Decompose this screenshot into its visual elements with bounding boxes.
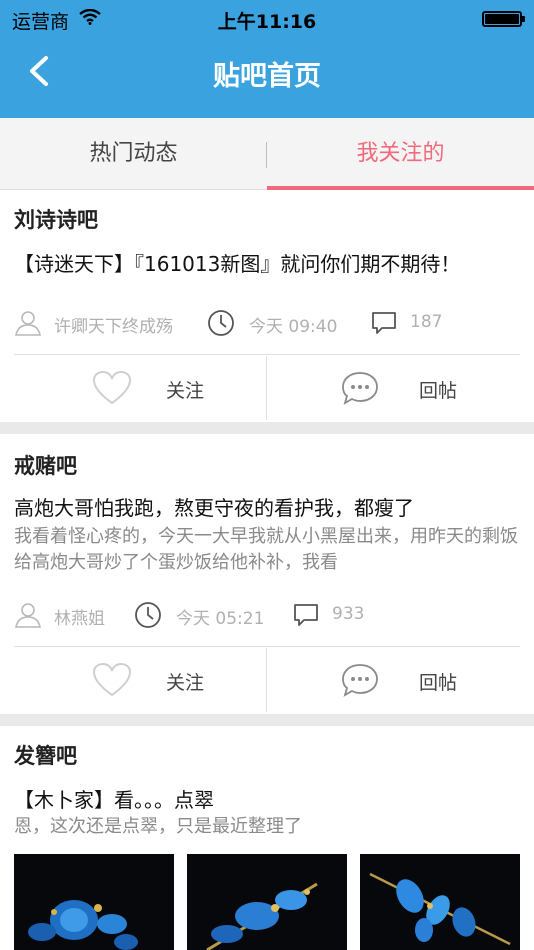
heart-icon[interactable] [92,662,132,698]
post-actions: 关注 回帖 [14,356,520,420]
clock-icon [135,602,161,628]
post-image[interactable] [360,854,520,950]
heart-icon[interactable] [92,370,132,406]
navbar: 贴吧首页 [0,38,534,118]
post-title[interactable]: 高炮大哥怕我跑，熬更守夜的看护我，都瘦了 [14,492,520,521]
post-time: 今天 05:21 [176,609,265,629]
reply-button[interactable]: 回帖 [419,376,457,403]
tab-following[interactable]: 我关注的 [267,118,534,190]
post-card[interactable]: 发簪吧 【木卜家】看。。。点翠 恩，这次还是点翠，只是最近整理了 [0,726,534,950]
battery-icon [482,11,525,27]
forum-name[interactable]: 戒赌吧 [14,450,77,480]
author-name[interactable]: 林燕姐 [54,604,105,629]
chat-bubble-icon[interactable] [340,370,380,406]
image-gallery [14,854,520,950]
comment-icon [294,604,318,626]
post-card[interactable]: 刘诗诗吧 【诗迷天下】『161013新图』就问你们期不期待！ 许卿天下终成殇 今… [0,190,534,422]
comment-icon [372,312,396,334]
post-actions: 关注 回帖 [14,648,520,712]
post-image[interactable] [14,854,174,950]
tab-hot[interactable]: 热门动态 [0,118,267,190]
post-card[interactable]: 戒赌吧 高炮大哥怕我跑，熬更守夜的看护我，都瘦了 我看着怪心疼的，今天一大早我就… [0,434,534,714]
forum-name[interactable]: 发簪吧 [14,740,77,770]
user-icon [15,311,41,336]
status-time: 上午11:16 [217,11,317,33]
user-icon [15,603,41,628]
divider [14,354,520,355]
post-time: 今天 09:40 [249,317,338,337]
post-image[interactable] [187,854,347,950]
chat-bubble-icon[interactable] [340,662,380,698]
follow-button[interactable]: 关注 [166,668,204,695]
action-separator [266,356,267,420]
divider [14,646,520,647]
post-meta: 林燕姐 今天 05:21 933 [14,600,520,630]
follow-button[interactable]: 关注 [166,376,204,403]
reply-button[interactable]: 回帖 [419,668,457,695]
post-title[interactable]: 【诗迷天下】『161013新图』就问你们期不期待！ [14,248,520,277]
action-separator [266,648,267,712]
reply-count: 933 [332,604,365,624]
author-name[interactable]: 许卿天下终成殇 [54,312,173,337]
post-meta: 许卿天下终成殇 今天 09:40 187 [14,308,520,338]
post-summary: 恩，这次还是点翠，只是最近整理了 [14,816,302,837]
forum-name[interactable]: 刘诗诗吧 [14,204,98,234]
page-title: 贴吧首页 [213,61,321,92]
post-summary: 我看着怪心疼的，今天一大早我就从小黑屋出来，用昨天的剩饭给高炮大哥炒了个蛋炒饭给… [14,526,518,573]
clock-icon [208,310,234,336]
tab-bar: 热门动态 我关注的 [0,118,534,190]
reply-count: 187 [410,312,443,332]
status-bar: 运营商 上午11:16 [0,0,534,38]
post-title[interactable]: 【木卜家】看。。。点翠 [14,784,520,813]
